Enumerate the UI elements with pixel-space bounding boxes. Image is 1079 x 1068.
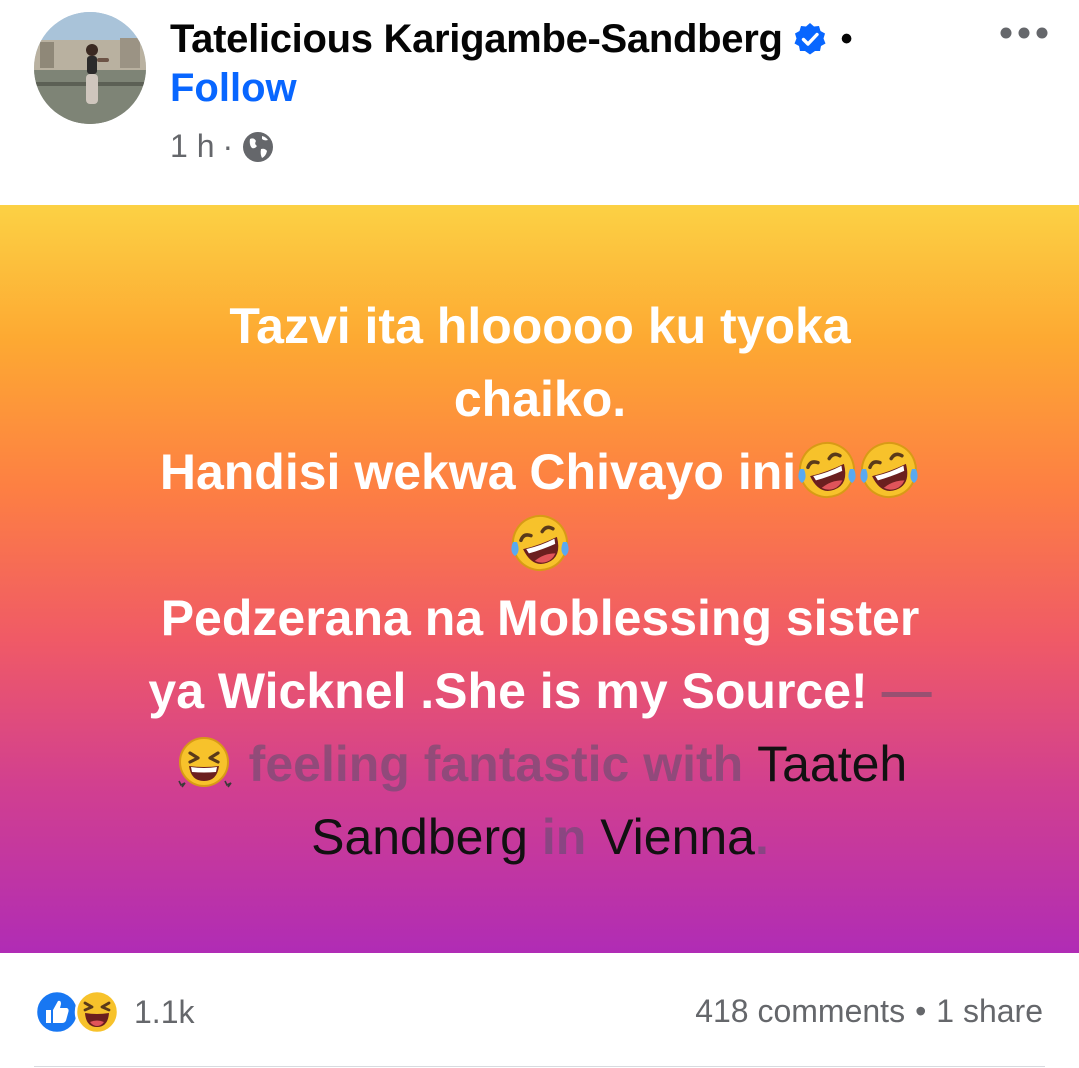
avatar-photo bbox=[34, 12, 146, 124]
post-header: Tatelicious Karigambe-Sandberg • Follow … bbox=[0, 0, 1079, 205]
follow-button[interactable]: Follow bbox=[170, 66, 297, 111]
more-options-icon[interactable] bbox=[998, 18, 1050, 48]
post-footer: 1.1k 418 comments • 1 share bbox=[0, 953, 1079, 1068]
feeling-line: feeling fantastic with Taateh bbox=[60, 728, 1020, 801]
reactions-summary[interactable]: 1.1k bbox=[34, 989, 194, 1035]
tagged-person-last[interactable]: Sandberg bbox=[311, 809, 528, 865]
footer-divider bbox=[34, 1066, 1045, 1067]
verified-badge-icon bbox=[793, 22, 827, 56]
meta-dot: · bbox=[222, 128, 234, 164]
author-name[interactable]: Tatelicious Karigambe-Sandberg bbox=[170, 17, 783, 62]
engagement-stats: 418 comments • 1 share bbox=[695, 993, 1043, 1030]
location-line: Sandberg in Vienna. bbox=[60, 801, 1020, 874]
avatar[interactable] bbox=[34, 12, 146, 124]
comments-count-link[interactable]: 418 comments bbox=[695, 993, 905, 1030]
reaction-count: 1.1k bbox=[134, 993, 195, 1030]
post-line-3: Handisi wekwa Chivayo ini bbox=[60, 436, 1020, 509]
haha-icon bbox=[74, 989, 120, 1035]
grinning-squint-emoji-icon bbox=[173, 731, 235, 793]
globe-icon[interactable] bbox=[241, 130, 275, 164]
name-separator: • bbox=[840, 20, 853, 58]
post-line-3-text: Handisi wekwa Chivayo ini bbox=[159, 444, 797, 500]
feeling-text: feeling fantastic with bbox=[248, 736, 744, 792]
location-link[interactable]: Vienna bbox=[600, 809, 755, 865]
stats-bullet: • bbox=[915, 993, 927, 1029]
rofl-emoji-icon bbox=[509, 512, 571, 574]
post-line-4: Pedzerana na Moblessing sister bbox=[160, 590, 920, 646]
feeling-dash: — bbox=[881, 663, 932, 719]
post-line-2: chaiko. bbox=[453, 371, 627, 427]
post-line-emoji bbox=[60, 509, 1020, 582]
post-line-1: Tazvi ita hlooooo ku tyoka bbox=[229, 298, 851, 354]
rofl-emoji-icon bbox=[796, 439, 858, 501]
shares-count-link[interactable]: 1 share bbox=[936, 993, 1043, 1030]
post-line-5-text: ya Wicknel .She is my Source! bbox=[148, 663, 868, 719]
post-line-5: ya Wicknel .She is my Source! — bbox=[60, 655, 1020, 728]
post-text: Tazvi ita hlooooo ku tyoka chaiko. Handi… bbox=[60, 290, 1020, 874]
post-meta: 1 h · bbox=[170, 128, 275, 165]
tagged-person-first[interactable]: Taateh bbox=[757, 736, 907, 792]
post-time[interactable]: 1 h bbox=[170, 128, 214, 165]
location-period: . bbox=[755, 809, 769, 865]
rofl-emoji-icon bbox=[858, 439, 920, 501]
in-text: in bbox=[541, 809, 587, 865]
author-row: Tatelicious Karigambe-Sandberg • bbox=[170, 14, 853, 64]
